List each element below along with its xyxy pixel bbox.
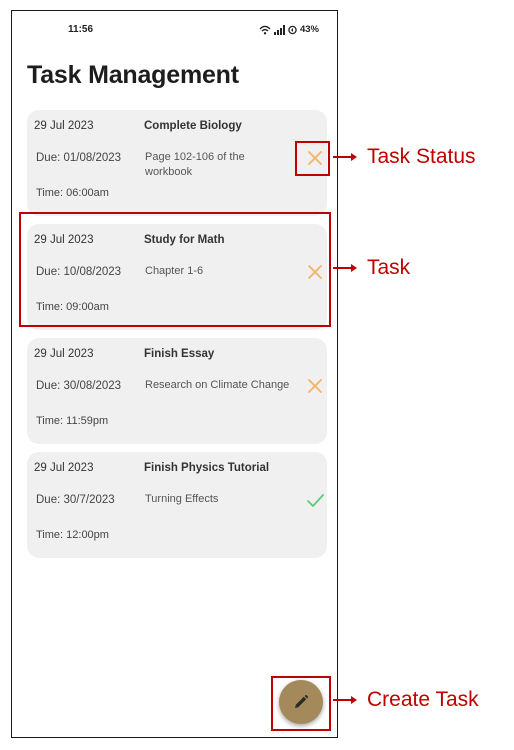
wifi-icon [259,25,271,34]
task-card[interactable]: 29 Jul 2023 Complete Biology Due: 01/08/… [27,110,327,216]
task-due-date: Due: 30/08/2023 [36,380,122,392]
status-icons: 43% [259,24,319,35]
task-status-highlight [295,141,330,176]
arrow-head [351,153,357,161]
arrow-head [351,264,357,272]
create-task-label: Create Task [367,688,479,711]
task-card[interactable]: 29 Jul 2023 Finish Essay Due: 30/08/2023… [27,338,327,444]
phone-frame: 11:56 43% Task Management 29 Jul 2023 Co… [11,10,338,738]
task-highlight [19,212,331,327]
battery-percent: 43% [299,24,319,35]
task-time: Time: 12:00pm [36,529,109,541]
task-due-date: Due: 01/08/2023 [36,152,122,164]
task-date: 29 Jul 2023 [34,462,94,474]
task-due-date: Due: 30/7/2023 [36,494,115,506]
task-date: 29 Jul 2023 [34,348,94,360]
arrow-head [351,696,357,704]
task-description: Turning Effects [145,493,219,505]
create-task-callout: Create Task [333,688,479,712]
check-icon[interactable] [305,490,325,510]
arrow-line [333,267,351,269]
task-status-label: Task Status [367,145,476,168]
task-label: Task [367,256,411,279]
task-description: Page 102-106 of the workbook [145,151,245,178]
status-bar: 11:56 43% [12,11,337,49]
task-title: Finish Essay [144,348,215,360]
arrow-line [333,156,351,158]
status-time: 11:56 [68,24,94,35]
x-icon[interactable] [305,376,325,396]
task-title: Complete Biology [144,120,242,132]
task-description: Research on Climate Change [145,379,290,391]
page-title: Task Management [27,61,239,89]
create-task-highlight [271,676,331,731]
task-date: 29 Jul 2023 [34,120,94,132]
task-time: Time: 11:59pm [36,415,109,427]
signal-icon [273,24,285,35]
task-title: Finish Physics Tutorial [144,462,270,474]
battery-saver-icon [288,25,297,34]
task-callout: Task [333,256,410,280]
task-card[interactable]: 29 Jul 2023 Finish Physics Tutorial Due:… [27,452,327,558]
task-time: Time: 06:00am [36,187,109,199]
arrow-line [333,699,351,701]
task-status-callout: Task Status [333,145,476,169]
